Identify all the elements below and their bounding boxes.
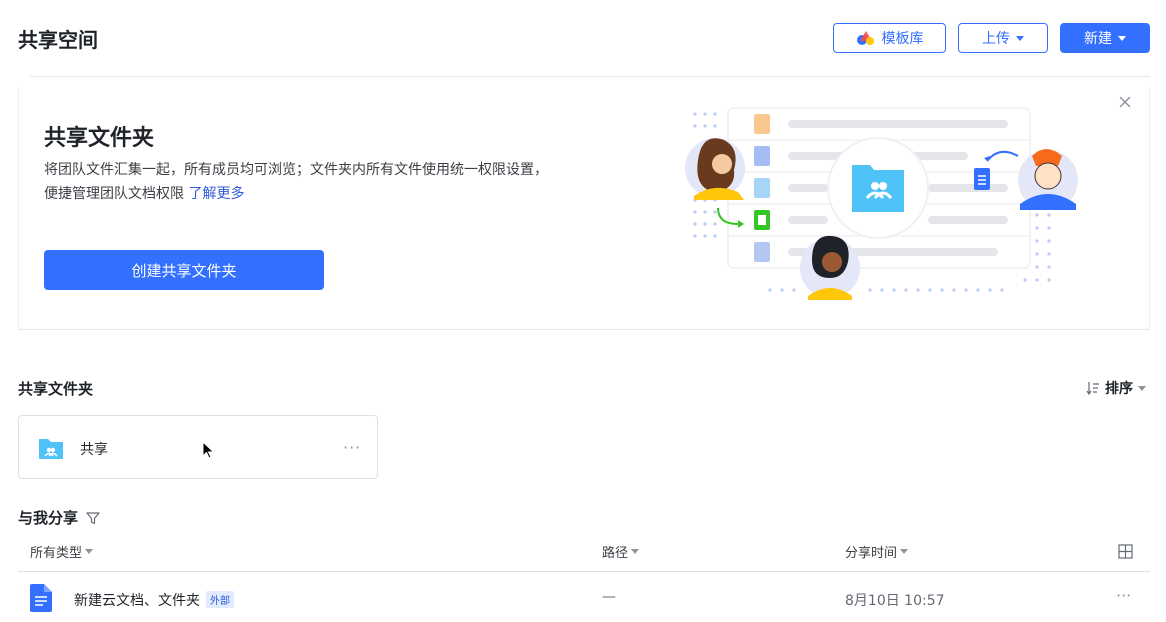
column-type-label: 所有类型 [30, 546, 83, 561]
upload-label: 上传 [982, 31, 1010, 47]
shared-folder-card[interactable]: 共享 ··· [18, 415, 378, 479]
new-label: 新建 [1084, 31, 1112, 47]
doc-icon [30, 584, 52, 616]
banner-title: 共享文件夹 [44, 126, 155, 151]
chevron-down-icon [900, 549, 909, 554]
banner-desc-line1: 将团队文件汇集一起，所有成员均可浏览；文件夹内所有文件使用统一权限设置， [44, 162, 548, 178]
column-time-label: 分享时间 [845, 546, 898, 561]
chevron-down-icon [1138, 385, 1146, 391]
learn-more-link[interactable]: 了解更多 [188, 186, 244, 202]
row-name: 新建云文档、文件夹 [74, 593, 200, 609]
template-library-button[interactable]: 模板库 [833, 23, 946, 53]
mouse-cursor-icon [202, 440, 215, 463]
shared-folder-icon [38, 436, 64, 464]
close-icon[interactable] [1117, 94, 1133, 110]
chevron-down-icon [1016, 35, 1024, 41]
upload-button[interactable]: 上传 [958, 23, 1048, 53]
grid-view-icon[interactable] [1118, 544, 1133, 563]
chevron-down-icon [1118, 35, 1126, 41]
row-time: 8月10日 10:57 [845, 593, 945, 609]
page-header: 共享空间 模板库 上传 新建 [0, 0, 1166, 76]
external-badge: 外部 [206, 591, 234, 608]
chevron-down-icon [85, 549, 94, 554]
column-header-time[interactable]: 分享时间 [845, 542, 909, 561]
shared-folders-title: 共享文件夹 [18, 380, 94, 398]
column-header-type[interactable]: 所有类型 [30, 542, 94, 561]
new-button[interactable]: 新建 [1060, 23, 1150, 53]
column-header-path[interactable]: 路径 [602, 542, 640, 561]
template-icon [856, 30, 876, 46]
create-shared-folder-button[interactable]: 创建共享文件夹 [44, 250, 324, 290]
more-options-icon[interactable]: ··· [1116, 586, 1131, 605]
sort-button[interactable]: 排序 [1086, 378, 1146, 398]
shared-with-me-title: 与我分享 [18, 509, 79, 527]
shared-with-me-header: 与我分享 [18, 507, 100, 528]
filter-icon[interactable] [86, 511, 100, 525]
row-path: — [602, 589, 616, 605]
banner-desc-line2: 便捷管理团队文档权限 [44, 186, 184, 202]
banner-illustration [680, 100, 1090, 310]
template-library-label: 模板库 [881, 31, 924, 47]
header-divider [30, 76, 1150, 77]
page-title: 共享空间 [18, 28, 98, 52]
banner-description: 将团队文件汇集一起，所有成员均可浏览；文件夹内所有文件使用统一权限设置， 便捷管… [44, 158, 624, 206]
sort-icon [1086, 382, 1099, 395]
more-options-icon[interactable]: ··· [343, 438, 361, 457]
shared-folder-name: 共享 [80, 442, 108, 458]
sort-label: 排序 [1105, 381, 1133, 397]
table-row[interactable]: 新建云文档、文件夹 外部 — 8月10日 10:57 ··· [18, 572, 1150, 622]
chevron-down-icon [631, 549, 640, 554]
column-path-label: 路径 [602, 546, 629, 561]
